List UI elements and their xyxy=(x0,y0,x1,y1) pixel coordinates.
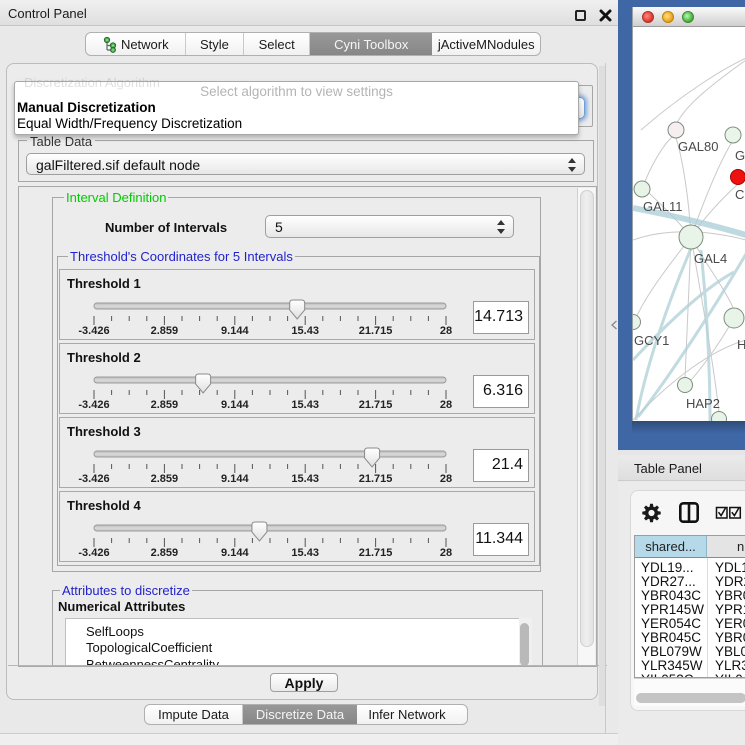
svg-text:C: C xyxy=(735,187,744,202)
svg-text:2.859: 2.859 xyxy=(151,325,179,337)
svg-text:GAL4: GAL4 xyxy=(694,251,727,266)
svg-text:28: 28 xyxy=(440,325,452,337)
svg-text:GAL80: GAL80 xyxy=(678,139,718,154)
svg-text:15.43: 15.43 xyxy=(291,399,319,411)
svg-text:-3.426: -3.426 xyxy=(78,547,109,559)
svg-text:28: 28 xyxy=(440,547,452,559)
svg-text:HAP2: HAP2 xyxy=(686,396,720,411)
svg-text:-3.426: -3.426 xyxy=(78,473,109,485)
svg-text:21.715: 21.715 xyxy=(359,325,393,337)
svg-text:GAL11: GAL11 xyxy=(643,199,683,214)
svg-text:9.144: 9.144 xyxy=(221,547,249,559)
svg-text:15.43: 15.43 xyxy=(291,547,319,559)
svg-text:2.859: 2.859 xyxy=(151,547,179,559)
svg-text:2.859: 2.859 xyxy=(151,473,179,485)
svg-text:GA: GA xyxy=(735,148,745,163)
svg-text:28: 28 xyxy=(440,473,452,485)
svg-text:-3.426: -3.426 xyxy=(78,399,109,411)
svg-text:-3.426: -3.426 xyxy=(78,325,109,337)
svg-text:H: H xyxy=(737,337,745,352)
svg-text:28: 28 xyxy=(440,399,452,411)
svg-text:GCY1: GCY1 xyxy=(634,333,669,348)
svg-text:9.144: 9.144 xyxy=(221,399,249,411)
svg-text:15.43: 15.43 xyxy=(291,473,319,485)
svg-text:15.43: 15.43 xyxy=(291,325,319,337)
svg-text:2.859: 2.859 xyxy=(151,399,179,411)
svg-text:21.715: 21.715 xyxy=(359,547,393,559)
svg-text:21.715: 21.715 xyxy=(359,399,393,411)
svg-text:9.144: 9.144 xyxy=(221,325,249,337)
svg-text:21.715: 21.715 xyxy=(359,473,393,485)
svg-text:9.144: 9.144 xyxy=(221,473,249,485)
